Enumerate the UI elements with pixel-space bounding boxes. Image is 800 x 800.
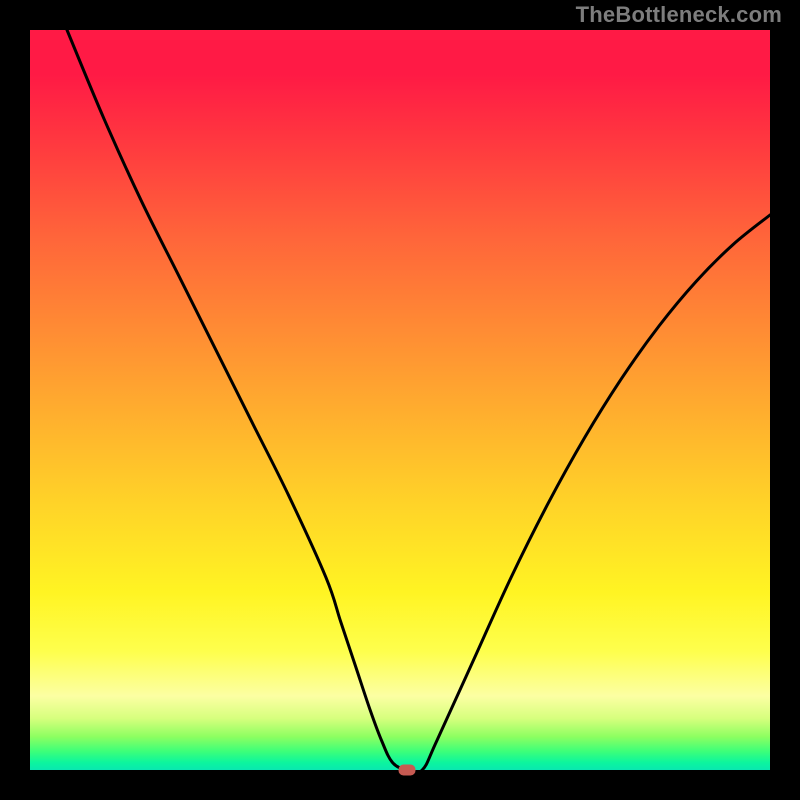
- min-point-marker: [399, 765, 416, 776]
- curve-svg: [30, 30, 770, 770]
- watermark-text: TheBottleneck.com: [576, 2, 782, 28]
- plot-area: [30, 30, 770, 770]
- bottleneck-curve: [67, 30, 770, 773]
- chart-frame: TheBottleneck.com: [0, 0, 800, 800]
